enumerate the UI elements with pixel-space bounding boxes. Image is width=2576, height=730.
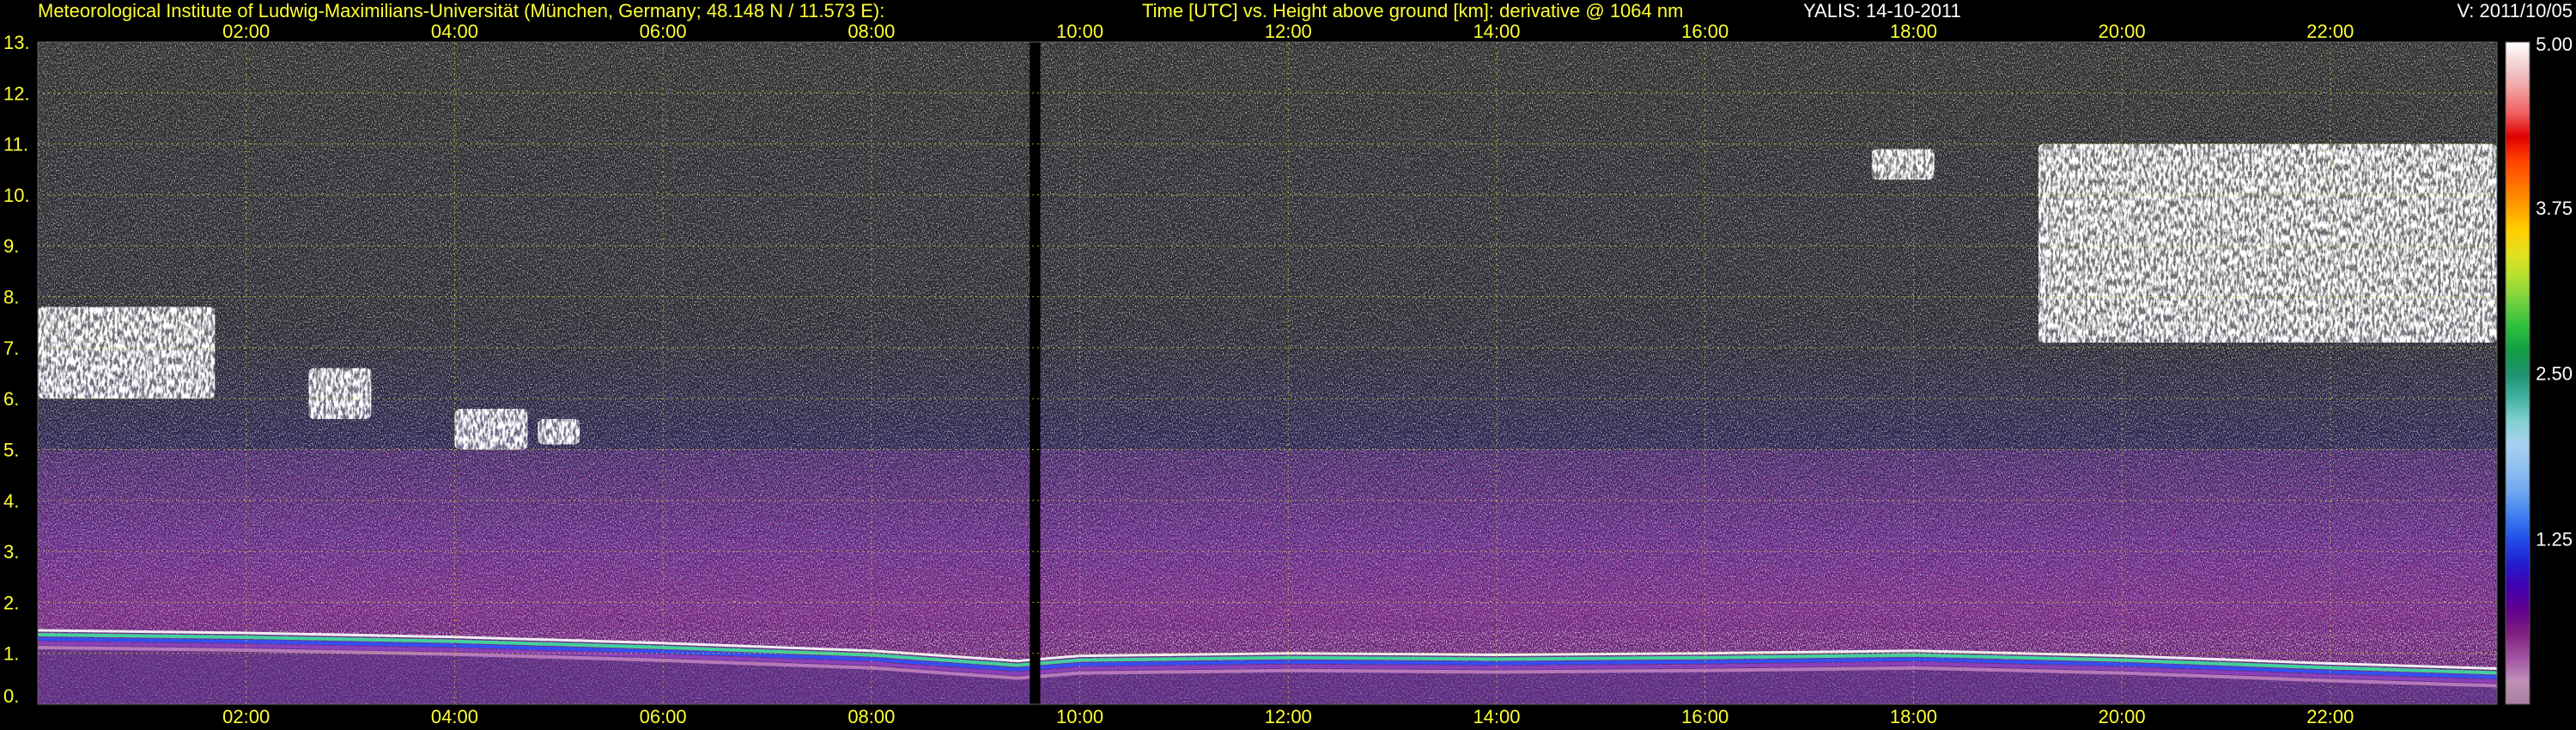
colorbar-tick-label: 5.00	[2536, 33, 2573, 55]
header: Meteorological Institute of Ludwig-Maxim…	[38, 0, 2573, 21]
colorbar-tick-label: 3.75	[2536, 198, 2573, 219]
x-tick-label-bottom: 14:00	[1473, 706, 1520, 727]
y-tick-label: 10.	[3, 185, 30, 206]
y-tick-label: 11.	[3, 134, 28, 155]
cloud-layer-glow	[2038, 143, 2497, 343]
instrument-label: YALIS: 14-10-2011	[1803, 0, 1961, 21]
x-tick-label-bottom: 22:00	[2306, 706, 2354, 727]
x-tick-label-bottom: 04:00	[431, 706, 478, 727]
lidar-heatmap-chart: 0. 1. 2. 3. 4. 5. 6. 7. 8. 9. 10. 11. 12. 13. 02:00 04…	[3, 0, 2573, 727]
x-tick-label-top: 18:00	[1890, 21, 1937, 42]
x-tick-label-top: 22:00	[2306, 21, 2354, 42]
x-tick-label-top: 16:00	[1681, 21, 1728, 42]
x-tick-label-bottom: 08:00	[848, 706, 895, 727]
chart-title: Time [UTC] vs. Height above ground [km]:…	[1142, 0, 1683, 21]
x-tick-label-bottom: 18:00	[1890, 706, 1937, 727]
y-tick-label: 5.	[3, 439, 19, 460]
cloud-layer-glow	[454, 409, 528, 450]
x-tick-label-bottom: 20:00	[2099, 706, 2146, 727]
colorbar: 1.25 2.50 3.75 5.00	[2505, 33, 2573, 705]
data-gap-bar	[1030, 42, 1041, 704]
version-label: V: 2011/10/05	[2457, 0, 2573, 21]
x-tick-label-bottom: 10:00	[1056, 706, 1103, 727]
cloud-layer-glow	[538, 418, 580, 445]
colorbar-ticks: 1.25 2.50 3.75 5.00	[2536, 33, 2573, 550]
x-axis-top: 02:00 04:00 06:00 08:00 10:00 12:00 14:00 16:00…	[222, 21, 2354, 42]
y-tick-label: 13.	[3, 32, 30, 53]
x-tick-label-top: 12:00	[1265, 21, 1312, 42]
y-tick-label: 1.	[3, 643, 19, 665]
colorbar-tick-label: 1.25	[2536, 528, 2573, 550]
x-tick-label-top: 02:00	[222, 21, 270, 42]
cloud-layer-glow	[1871, 149, 1935, 180]
x-tick-label-bottom: 02:00	[222, 706, 270, 727]
x-tick-label-bottom: 16:00	[1681, 706, 1728, 727]
cloud-layer-glow	[38, 307, 216, 399]
data-gap	[1030, 42, 1041, 704]
cloud-layer-glow	[308, 368, 372, 419]
y-tick-label: 7.	[3, 338, 19, 359]
x-tick-label-top: 06:00	[640, 21, 687, 42]
colorbar-tick-label: 2.50	[2536, 363, 2573, 385]
y-tick-label: 6.	[3, 388, 19, 410]
y-tick-label: 3.	[3, 541, 19, 563]
y-tick-label: 0.	[3, 685, 19, 707]
x-tick-label-top: 08:00	[848, 21, 895, 42]
x-tick-label-top: 04:00	[431, 21, 478, 42]
y-tick-label: 12.	[3, 82, 30, 104]
institute-label: Meteorological Institute of Ludwig-Maxim…	[38, 0, 884, 21]
x-axis-bottom: 02:00 04:00 06:00 08:00 10:00 12:00 14:00 16:00…	[222, 706, 2354, 727]
x-tick-label-bottom: 12:00	[1265, 706, 1312, 727]
y-tick-label: 9.	[3, 235, 19, 257]
y-tick-label: 8.	[3, 287, 19, 308]
y-tick-label: 4.	[3, 490, 19, 512]
colorbar-gradient	[2505, 41, 2530, 705]
x-tick-label-top: 20:00	[2099, 21, 2146, 42]
x-tick-label-top: 14:00	[1473, 21, 1520, 42]
plot-area	[38, 42, 2497, 704]
x-tick-label-top: 10:00	[1056, 21, 1103, 42]
y-axis: 0. 1. 2. 3. 4. 5. 6. 7. 8. 9. 10. 11. 12. 13.	[3, 32, 30, 707]
y-tick-label: 2.	[3, 592, 19, 613]
x-tick-label-bottom: 06:00	[640, 706, 687, 727]
